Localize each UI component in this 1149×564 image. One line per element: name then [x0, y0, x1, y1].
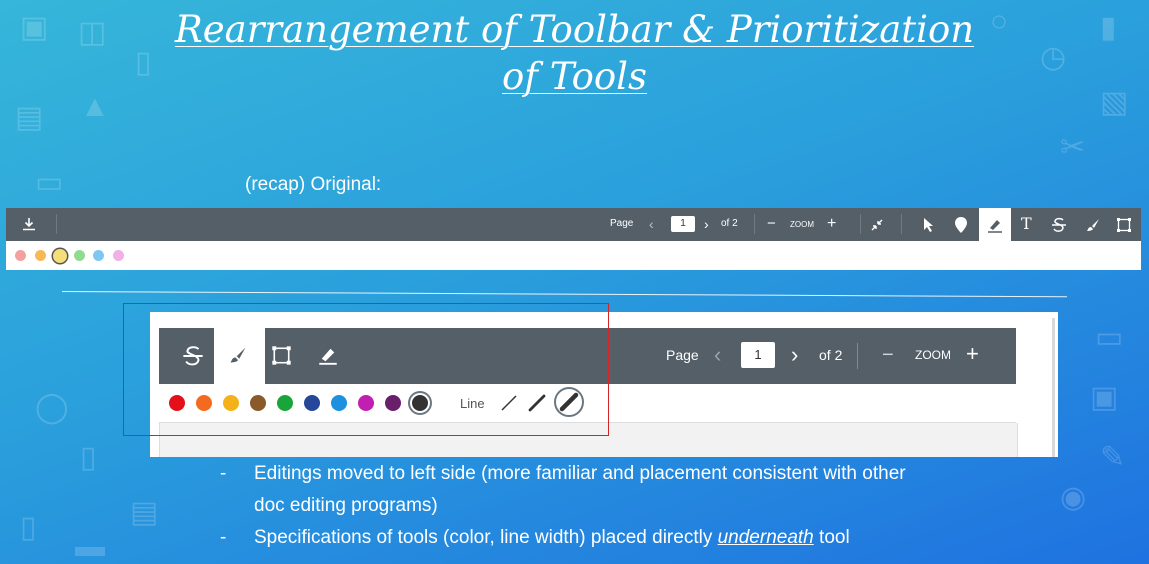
prev-page-icon[interactable]: ‹ — [714, 343, 721, 367]
slide-title-line2: of Tools — [502, 55, 647, 98]
color-swatch[interactable] — [250, 395, 266, 411]
cookie-doodle-icon: ◉ — [1060, 481, 1087, 514]
color-swatch[interactable] — [304, 395, 320, 411]
bullet-text-emphasis: underneath — [717, 527, 814, 548]
bullet-text-before: Specifications of tools (color, line wid… — [254, 527, 718, 548]
page-label: Page — [610, 218, 634, 229]
collapse-icon[interactable] — [870, 218, 884, 232]
page-number-input[interactable]: 1 — [741, 342, 775, 368]
toolbar-divider — [754, 214, 755, 234]
download-icon[interactable] — [22, 217, 36, 231]
bullet-text-line1: Editings moved to left side (more famili… — [254, 463, 906, 484]
section-divider — [61, 291, 1067, 298]
strikethrough-icon[interactable] — [1051, 217, 1067, 233]
toolbar-divider — [857, 343, 858, 369]
zoom-in-icon[interactable]: + — [966, 342, 979, 366]
color-swatch[interactable] — [169, 395, 185, 411]
bullet-marker: - — [220, 463, 227, 484]
camera2-doodle-icon: ▣ — [1090, 381, 1119, 414]
ruler-doodle-icon: ▬ — [75, 530, 105, 563]
color-swatch[interactable] — [73, 250, 85, 261]
pin-icon[interactable] — [954, 216, 968, 234]
recap-label: (recap) Original: — [245, 174, 382, 195]
cursor-icon[interactable] — [922, 217, 936, 233]
prev-page-icon[interactable]: ‹ — [649, 214, 654, 234]
color-swatch[interactable] — [34, 250, 46, 261]
bullet-list: - Editings moved to left side (more fami… — [220, 458, 906, 554]
next-page-icon[interactable]: › — [704, 214, 709, 234]
panel-scrollbar — [1052, 318, 1055, 457]
mouse-doodle-icon: ◯ — [35, 391, 69, 424]
page-total-label: of 2 — [721, 218, 738, 229]
zoom-in-icon[interactable]: + — [827, 214, 836, 234]
tv-doodle-icon: ▭ — [35, 166, 64, 199]
color-swatch[interactable] — [112, 250, 124, 261]
original-toolbar: Page ‹ 1 › of 2 − ZOOM + T — [6, 208, 1141, 241]
toolbar-divider — [56, 214, 57, 234]
bullet-marker: - — [220, 527, 227, 548]
bullet-text-line2: doc editing programs) — [254, 495, 438, 516]
page-total-label: of 2 — [819, 347, 843, 363]
color-swatch[interactable] — [277, 395, 293, 411]
zoom-out-icon[interactable]: − — [767, 214, 776, 234]
brush-icon[interactable] — [1085, 217, 1101, 233]
phone2-doodle-icon: ▯ — [80, 441, 97, 474]
bullet-text-after: tool — [813, 527, 850, 548]
color-swatch[interactable] — [223, 395, 239, 411]
zoom-label: ZOOM — [915, 348, 951, 362]
original-color-row — [6, 241, 1141, 270]
marker-doodle-icon: ✎ — [1100, 441, 1126, 474]
bullet-item: - Specifications of tools (color, line w… — [220, 522, 906, 554]
zoom-out-icon[interactable]: − — [882, 343, 894, 367]
rectangle-tool-icon[interactable] — [1116, 217, 1132, 233]
slide-title: Rearrangement of Toolbar & Prioritizatio… — [0, 6, 1149, 100]
slide-title-line1: Rearrangement of Toolbar & Prioritizatio… — [174, 8, 975, 51]
receipt-doodle-icon: ▤ — [130, 496, 159, 529]
text-tool-icon[interactable]: T — [1021, 214, 1032, 234]
color-swatch[interactable] — [385, 395, 401, 411]
color-swatch[interactable] — [331, 395, 347, 411]
highlight-box — [123, 303, 609, 436]
notebook-doodle-icon: ▯ — [20, 511, 37, 544]
color-swatch[interactable] — [52, 248, 67, 263]
scissors-doodle-icon: ✂ — [1060, 131, 1086, 164]
next-page-icon[interactable]: › — [791, 343, 798, 367]
color-swatch[interactable] — [15, 250, 26, 261]
bullet-item: - Editings moved to left side (more fami… — [220, 458, 906, 522]
zoom-label: ZOOM — [790, 220, 814, 229]
page-label: Page — [666, 347, 699, 363]
book-doodle-icon: ▤ — [15, 101, 44, 134]
color-swatch[interactable] — [196, 395, 212, 411]
toolbar-divider — [860, 214, 861, 234]
tablet-doodle-icon: ▭ — [1095, 321, 1124, 354]
highlighter-icon[interactable] — [987, 217, 1003, 233]
color-swatch[interactable] — [93, 250, 104, 261]
color-swatch[interactable] — [412, 395, 428, 411]
page-number-input[interactable]: 1 — [671, 216, 695, 232]
toolbar-divider — [901, 214, 902, 234]
color-swatch[interactable] — [358, 395, 374, 411]
